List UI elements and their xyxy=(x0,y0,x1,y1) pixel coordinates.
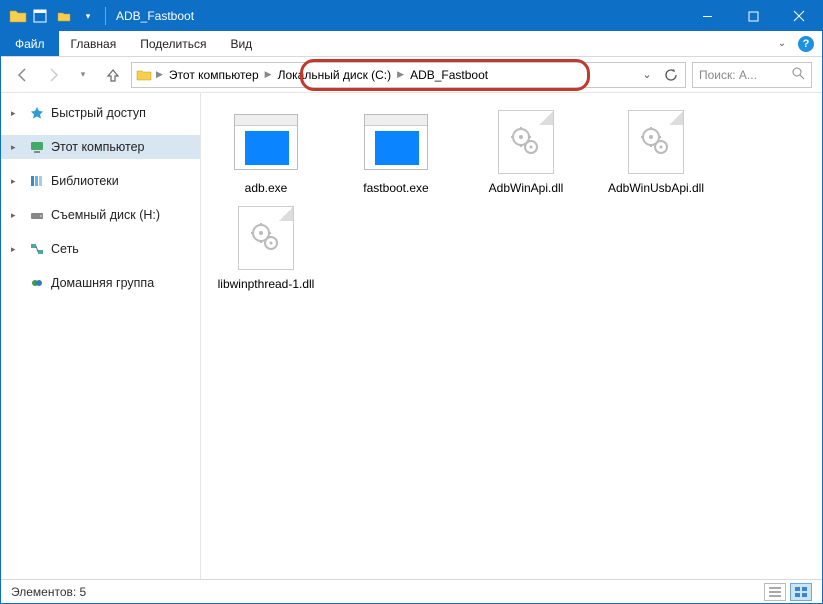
search-icon xyxy=(792,67,805,83)
computer-icon xyxy=(29,139,45,155)
ribbon-tabs: Файл Главная Поделиться Вид ⌄ ? xyxy=(1,31,822,57)
chevron-right-icon[interactable]: ▶ xyxy=(154,69,165,80)
explorer-window: ▾ ADB_Fastboot Файл Главная Поделиться В… xyxy=(0,0,823,604)
chevron-right-icon[interactable]: ▶ xyxy=(395,69,406,80)
explorer-body: ▸ Быстрый доступ ▸ Этот компьютер ▸ Библ… xyxy=(1,93,822,579)
file-name: libwinpthread-1.dll xyxy=(218,277,315,291)
nav-label: Быстрый доступ xyxy=(51,106,146,120)
folder-icon xyxy=(9,7,27,25)
details-view-button[interactable] xyxy=(764,583,786,601)
recent-locations-icon[interactable]: ▾ xyxy=(71,63,95,87)
tab-view[interactable]: Вид xyxy=(218,31,264,56)
file-item[interactable]: AdbWinUsbApi.dll xyxy=(601,107,711,195)
window-controls xyxy=(684,1,822,31)
file-name: adb.exe xyxy=(245,181,288,195)
nav-network[interactable]: ▸ Сеть xyxy=(1,237,200,261)
drive-icon xyxy=(29,207,45,223)
address-toolbar: ▾ ▶ Этот компьютер ▶ Локальный диск (C:)… xyxy=(1,57,822,93)
search-input[interactable]: Поиск: A... xyxy=(692,62,812,88)
file-item[interactable]: AdbWinApi.dll xyxy=(471,107,581,195)
file-name: AdbWinUsbApi.dll xyxy=(608,181,704,195)
file-item[interactable]: fastboot.exe xyxy=(341,107,451,195)
folder-icon xyxy=(134,68,154,82)
tab-home[interactable]: Главная xyxy=(59,31,129,56)
star-icon xyxy=(29,105,45,121)
item-count-label: Элементов: 5 xyxy=(11,585,86,599)
file-list[interactable]: adb.exe fastboot.exe AdbWinApi.dll AdbWinUs… xyxy=(201,93,822,579)
nav-removable-disk[interactable]: ▸ Съемный диск (H:) xyxy=(1,203,200,227)
address-bar[interactable]: ▶ Этот компьютер ▶ Локальный диск (C:) ▶… xyxy=(131,62,686,88)
refresh-button[interactable] xyxy=(659,63,683,87)
icons-view-button[interactable] xyxy=(790,583,812,601)
nav-label: Сеть xyxy=(51,242,79,256)
new-folder-icon[interactable] xyxy=(53,5,75,27)
nav-label: Домашняя группа xyxy=(51,276,154,290)
dll-icon xyxy=(498,110,554,174)
close-button[interactable] xyxy=(776,1,822,31)
file-item[interactable]: adb.exe xyxy=(211,107,321,195)
network-icon xyxy=(29,241,45,257)
homegroup-icon xyxy=(29,275,45,291)
nav-this-pc[interactable]: ▸ Этот компьютер xyxy=(1,135,200,159)
nav-label: Съемный диск (H:) xyxy=(51,208,160,222)
file-tab[interactable]: Файл xyxy=(1,31,59,56)
dll-icon xyxy=(238,206,294,270)
breadcrumb-root[interactable]: Этот компьютер xyxy=(165,63,263,87)
help-icon[interactable]: ? xyxy=(798,36,814,52)
maximize-button[interactable] xyxy=(730,1,776,31)
chevron-right-icon[interactable]: ▸ xyxy=(11,176,16,187)
properties-icon[interactable] xyxy=(29,5,51,27)
file-item[interactable]: libwinpthread-1.dll xyxy=(211,203,321,291)
tab-share[interactable]: Поделиться xyxy=(128,31,218,56)
nav-label: Библиотеки xyxy=(51,174,119,188)
status-bar: Элементов: 5 xyxy=(1,579,822,603)
dll-icon xyxy=(628,110,684,174)
window-title: ADB_Fastboot xyxy=(112,9,194,23)
breadcrumb-folder[interactable]: ADB_Fastboot xyxy=(406,63,492,87)
up-button[interactable] xyxy=(101,63,125,87)
chevron-right-icon[interactable]: ▸ xyxy=(11,108,16,119)
file-name: AdbWinApi.dll xyxy=(489,181,564,195)
nav-label: Этот компьютер xyxy=(51,140,144,154)
nav-quick-access[interactable]: ▸ Быстрый доступ xyxy=(1,101,200,125)
navigation-pane: ▸ Быстрый доступ ▸ Этот компьютер ▸ Библ… xyxy=(1,93,201,579)
quick-access-toolbar: ▾ xyxy=(1,5,99,27)
chevron-right-icon[interactable]: ▸ xyxy=(11,142,16,153)
chevron-right-icon[interactable]: ▶ xyxy=(263,69,274,80)
chevron-right-icon[interactable]: ▸ xyxy=(11,210,16,221)
forward-button[interactable] xyxy=(41,63,65,87)
libraries-icon xyxy=(29,173,45,189)
minimize-button[interactable] xyxy=(684,1,730,31)
nav-homegroup[interactable]: Домашняя группа xyxy=(1,271,200,295)
file-name: fastboot.exe xyxy=(363,181,428,195)
address-dropdown-icon[interactable]: ⌄ xyxy=(635,63,659,87)
divider xyxy=(105,7,106,25)
nav-libraries[interactable]: ▸ Библиотеки xyxy=(1,169,200,193)
ribbon-expand-icon[interactable]: ⌄ xyxy=(772,34,792,54)
search-placeholder: Поиск: A... xyxy=(699,68,757,82)
title-bar: ▾ ADB_Fastboot xyxy=(1,1,822,31)
exe-icon xyxy=(364,114,428,170)
exe-icon xyxy=(234,114,298,170)
back-button[interactable] xyxy=(11,63,35,87)
breadcrumb-drive[interactable]: Локальный диск (C:) xyxy=(274,63,396,87)
chevron-right-icon[interactable]: ▸ xyxy=(11,244,16,255)
qat-dropdown-icon[interactable]: ▾ xyxy=(77,5,99,27)
